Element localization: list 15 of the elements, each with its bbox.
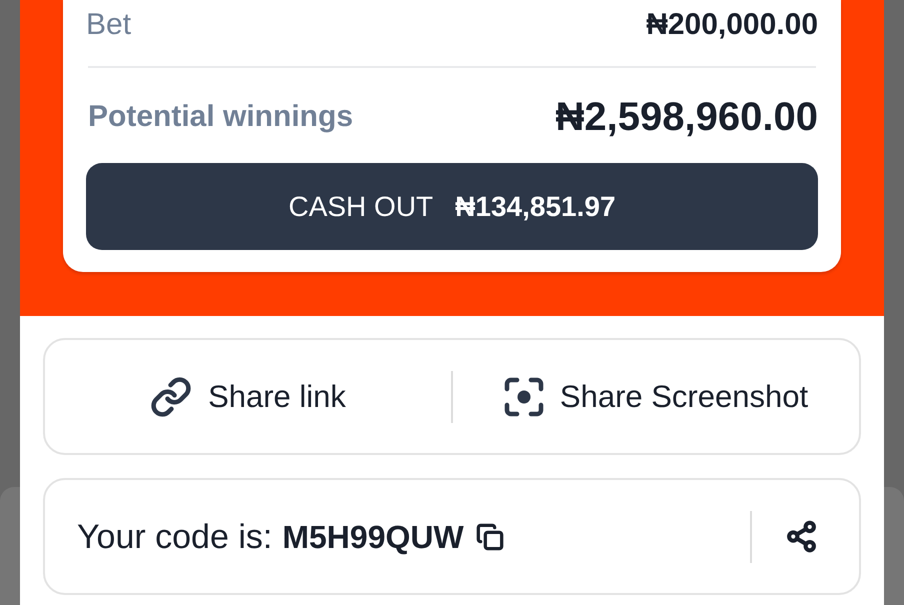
winnings-amount: ₦2,598,960.00 [556,94,818,140]
bet-amount: ₦200,000.00 [646,8,818,42]
code-prefix: Your code is: [77,516,272,556]
share-option-button[interactable]: Share Screenshot [504,376,808,416]
copy-button[interactable] [476,522,504,550]
winnings-label: Potential winnings [87,99,354,135]
bet-label: Bet [86,8,132,42]
share-option-button[interactable]: Share link [150,376,346,418]
share-icon [785,520,818,553]
copy-icon [476,522,504,550]
link-icon [150,376,192,418]
referral-code: M5H99QUW [282,518,464,556]
screenshot-icon [504,376,544,416]
cash-out-button[interactable]: CASH OUT ₦134,851.97 [86,163,818,250]
share-button[interactable] [785,520,818,553]
